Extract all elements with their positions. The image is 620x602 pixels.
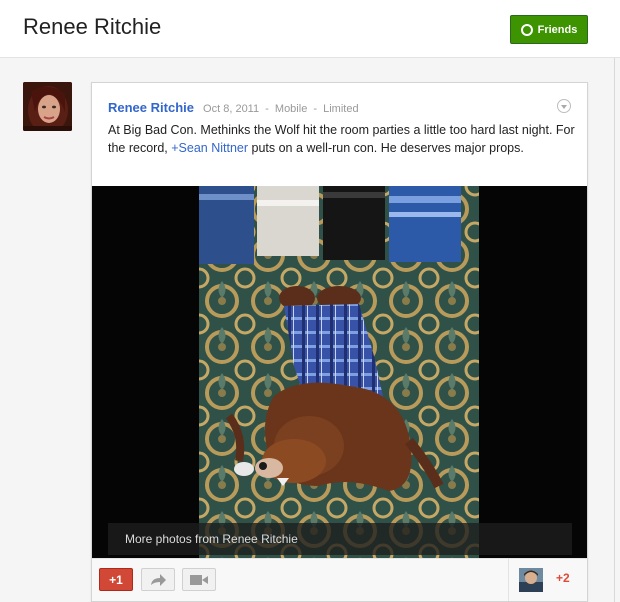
profile-header: Renee Ritchie Friends [0, 0, 620, 58]
author-avatar[interactable] [23, 82, 72, 131]
avatar-photo [23, 82, 72, 131]
user-avatar-icon [519, 568, 543, 592]
meta-separator: - [313, 103, 318, 115]
post-photo[interactable] [199, 186, 479, 558]
friends-circle-button[interactable]: Friends [510, 15, 588, 44]
post-body: At Big Bad Con. Methinks the Wolf hit th… [108, 121, 578, 157]
mention-link[interactable]: +Sean Nittner [171, 141, 248, 155]
post-action-bar: +1 +2 [92, 558, 587, 601]
plus-one-count[interactable]: +2 [556, 571, 570, 585]
hangout-button[interactable] [182, 568, 216, 591]
photo-viewer[interactable]: More photos from Renee Ritchie [92, 186, 587, 558]
plus-one-user-avatar[interactable] [519, 568, 543, 592]
friends-label: Friends [537, 23, 578, 36]
post-card: Renee Ritchie Oct 8, 2011 - Mobile - Lim… [91, 82, 588, 602]
post-menu-chevron-icon[interactable] [557, 99, 571, 113]
profile-name: Renee Ritchie [23, 14, 162, 39]
post-date[interactable]: Oct 8, 2011 [203, 103, 259, 115]
post-text-part: puts on a well-run con. He deserves majo… [248, 141, 524, 155]
wolf-costume-photo [199, 186, 479, 558]
post-meta: Renee Ritchie Oct 8, 2011 - Mobile - Lim… [108, 100, 359, 115]
action-divider [508, 559, 509, 601]
post-visibility[interactable]: Limited [323, 103, 358, 115]
meta-separator: - [265, 103, 269, 115]
post-source: Mobile [274, 103, 308, 115]
plus-one-button[interactable]: +1 [99, 568, 133, 591]
right-divider [614, 58, 615, 602]
share-button[interactable] [141, 568, 175, 591]
author-link[interactable]: Renee Ritchie [108, 100, 194, 115]
circle-icon [520, 23, 533, 36]
share-arrow-icon [151, 573, 166, 586]
more-photos-link[interactable]: More photos from Renee Ritchie [108, 523, 572, 555]
video-camera-icon [190, 574, 208, 585]
